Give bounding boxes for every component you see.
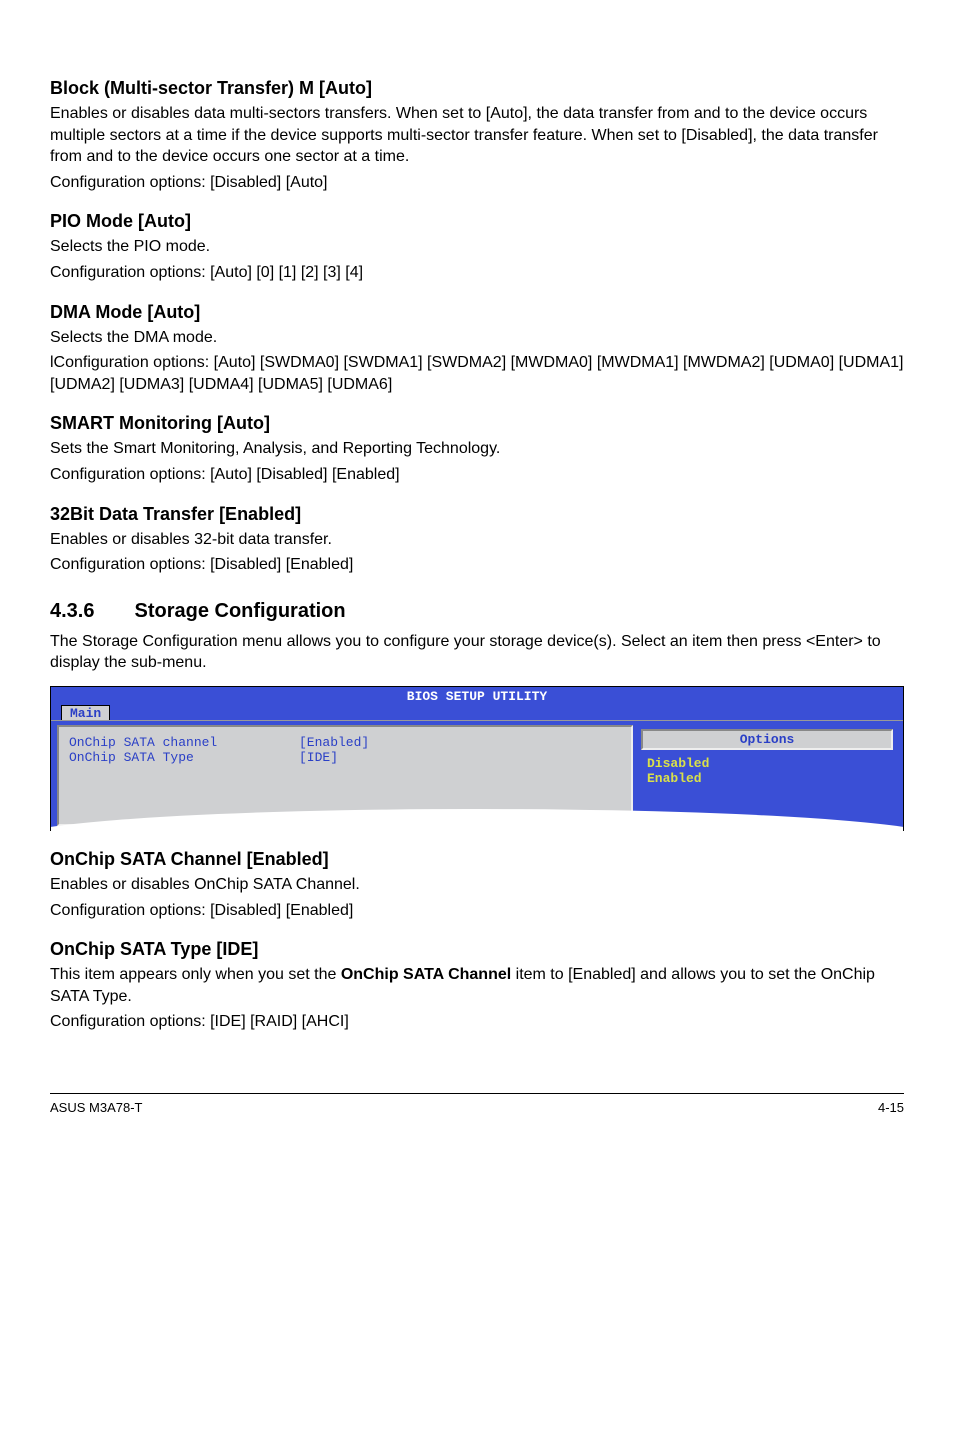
heading-dma: DMA Mode [Auto] [50,302,904,323]
bios-value-sata-type: [IDE] [299,750,338,765]
heading-32bit: 32Bit Data Transfer [Enabled] [50,504,904,525]
bios-content: OnChip SATA channel [Enabled] OnChip SAT… [51,720,903,830]
config-32bit: Configuration options: [Disabled] [Enabl… [50,554,904,576]
section-title: Storage Configuration [134,600,345,622]
bios-option-enabled[interactable]: Enabled [647,771,887,786]
body-onchip-channel: Enables or disables OnChip SATA Channel. [50,874,904,896]
body-block: Enables or disables data multi-sectors t… [50,103,904,168]
footer-model: ASUS M3A78-T [50,1100,142,1115]
config-block: Configuration options: [Disabled] [Auto] [50,172,904,194]
body-pio: Selects the PIO mode. [50,236,904,258]
body-onchip-type: This item appears only when you set the … [50,964,904,1007]
config-dma: lConfiguration options: [Auto] [SWDMA0] … [50,352,904,395]
bios-option-disabled[interactable]: Disabled [647,756,887,771]
heading-block: Block (Multi-sector Transfer) M [Auto] [50,78,904,99]
body-32bit: Enables or disables 32-bit data transfer… [50,529,904,551]
bios-label-sata-type: OnChip SATA Type [69,750,299,765]
heading-storage-config: 4.3.6 Storage Configuration [50,600,904,623]
bios-setup-panel: BIOS SETUP UTILITY Main OnChip SATA chan… [50,686,904,831]
bios-tab-main[interactable]: Main [61,705,110,721]
bios-value-sata-channel: [Enabled] [299,735,369,750]
body-dma: Selects the DMA mode. [50,327,904,349]
bios-options-header: Options [641,729,893,750]
config-smart: Configuration options: [Auto] [Disabled]… [50,464,904,486]
bios-label-sata-channel: OnChip SATA channel [69,735,299,750]
heading-onchip-channel: OnChip SATA Channel [Enabled] [50,849,904,870]
bios-options-list: Disabled Enabled [641,750,893,792]
body-smart: Sets the Smart Monitoring, Analysis, and… [50,438,904,460]
footer-page-number: 4-15 [878,1100,904,1115]
config-onchip-channel: Configuration options: [Disabled] [Enabl… [50,900,904,922]
heading-pio: PIO Mode [Auto] [50,211,904,232]
bios-right-pane: Options Disabled Enabled [637,725,897,826]
bios-left-pane: OnChip SATA channel [Enabled] OnChip SAT… [57,725,633,826]
page-footer: ASUS M3A78-T 4-15 [50,1093,904,1115]
bios-row-sata-type[interactable]: OnChip SATA Type [IDE] [69,750,621,765]
onchip-type-pre: This item appears only when you set the [50,966,341,983]
config-pio: Configuration options: [Auto] [0] [1] [2… [50,262,904,284]
onchip-type-bold: OnChip SATA Channel [341,966,511,983]
config-onchip-type: Configuration options: [IDE] [RAID] [AHC… [50,1011,904,1033]
heading-onchip-type: OnChip SATA Type [IDE] [50,939,904,960]
section-number: 4.3.6 [50,600,94,623]
bios-title: BIOS SETUP UTILITY [51,687,903,706]
heading-smart: SMART Monitoring [Auto] [50,413,904,434]
bios-row-sata-channel[interactable]: OnChip SATA channel [Enabled] [69,735,621,750]
body-storage: The Storage Configuration menu allows yo… [50,631,904,674]
